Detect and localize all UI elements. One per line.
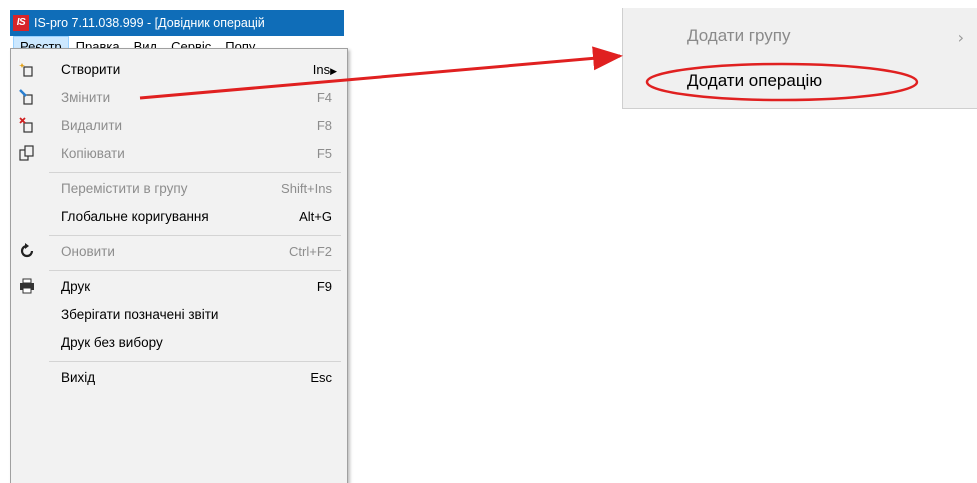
- annotation-arrow: [139, 46, 623, 100]
- annotation-overlay: [139, 46, 919, 102]
- annotation-highlight-ellipse: [645, 62, 919, 102]
